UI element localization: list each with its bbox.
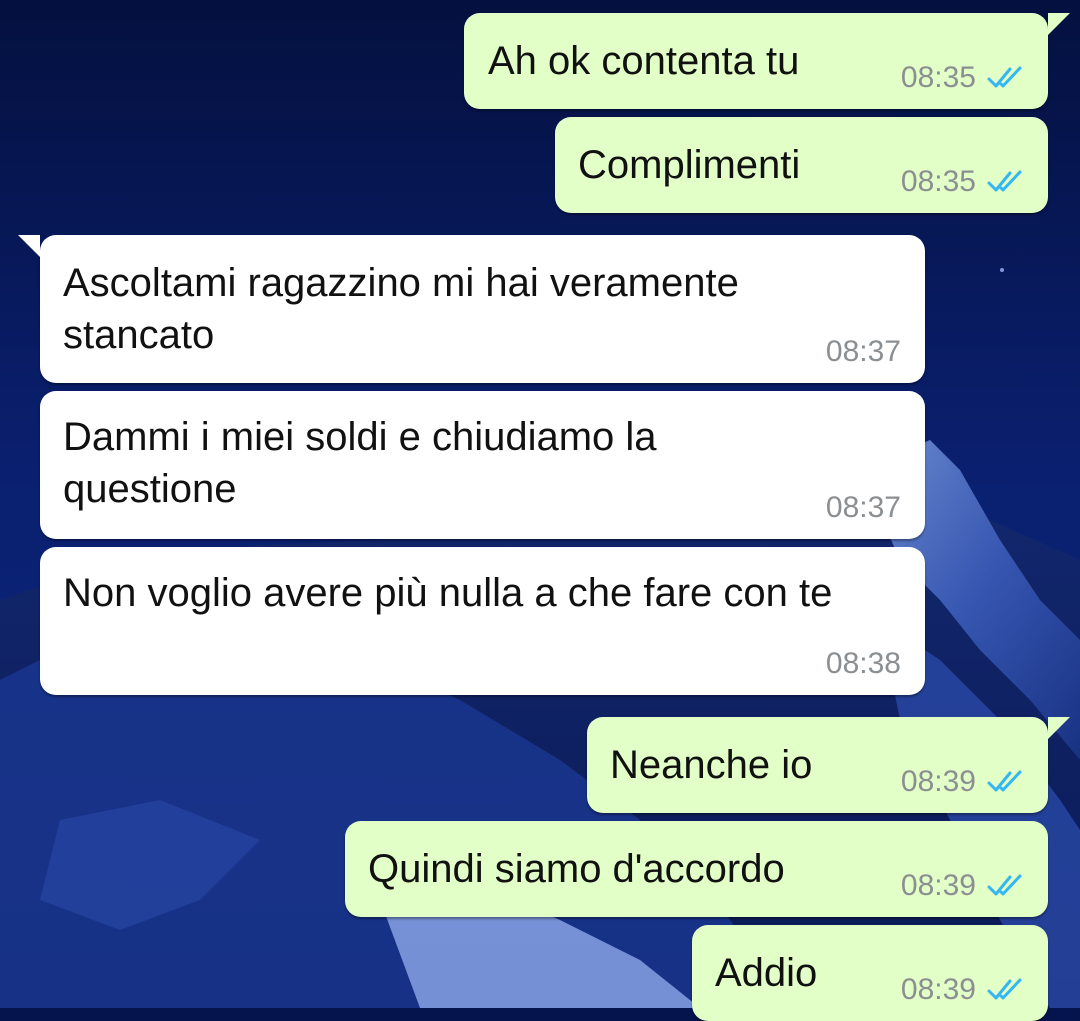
outgoing-message[interactable]: Neanche io 08:39 [587, 717, 1070, 813]
message-text: Non voglio avere più nulla a che fare co… [63, 571, 833, 615]
bubble-tail [1048, 717, 1070, 739]
message-meta: 08:39 [901, 765, 1026, 799]
message-time: 08:38 [825, 647, 901, 680]
message-time: 08:39 [900, 869, 976, 902]
incoming-message[interactable]: Ascoltami ragazzino mi hai veramente sta… [18, 235, 925, 383]
message-time: 08:39 [900, 765, 976, 798]
message-time: 08:35 [900, 61, 976, 94]
outgoing-message[interactable]: Addio 08:39 [692, 925, 1048, 1021]
incoming-message[interactable]: Non voglio avere più nulla a che fare co… [40, 547, 925, 695]
message-time: 08:37 [825, 335, 901, 368]
message-time: 08:35 [900, 165, 976, 198]
message-time: 08:37 [825, 491, 901, 524]
message-text: Quindi siamo d'accordo [368, 847, 785, 891]
outgoing-message[interactable]: Ah ok contenta tu 08:35 [464, 13, 1070, 109]
message-time: 08:39 [900, 973, 976, 1006]
message-meta: 08:35 [901, 165, 1026, 199]
double-check-read-icon [987, 770, 1022, 792]
message-meta: 08:39 [901, 869, 1026, 903]
outgoing-message[interactable]: Complimenti 08:35 [555, 117, 1048, 213]
double-check-read-icon [987, 66, 1022, 88]
message-text: Ascoltami ragazzino mi hai veramente sta… [63, 261, 739, 357]
outgoing-message[interactable]: Quindi siamo d'accordo 08:39 [345, 821, 1048, 917]
incoming-message[interactable]: Dammi i miei soldi e chiudiamo la questi… [40, 391, 925, 539]
message-meta: 08:35 [901, 61, 1026, 95]
chat-area[interactable]: Ah ok contenta tu 08:35 Complimenti 08:3… [0, 0, 1080, 1021]
message-text: Dammi i miei soldi e chiudiamo la questi… [63, 415, 657, 511]
message-text: Addio [715, 951, 818, 995]
bubble-tail [1048, 13, 1070, 35]
message-meta: 08:39 [901, 973, 1026, 1007]
double-check-read-icon [987, 874, 1022, 896]
double-check-read-icon [987, 170, 1022, 192]
message-text: Neanche io [610, 743, 813, 787]
message-text: Complimenti [578, 143, 801, 187]
bubble-tail [18, 235, 40, 257]
double-check-read-icon [987, 978, 1022, 1000]
message-text: Ah ok contenta tu [488, 39, 800, 83]
